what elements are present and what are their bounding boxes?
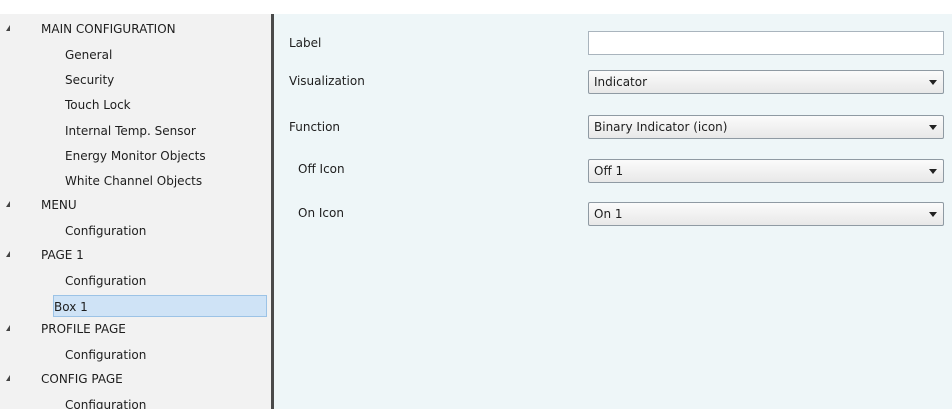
tree-node-label: MAIN CONFIGURATION (41, 22, 176, 36)
on-icon-value: On 1 (594, 207, 623, 221)
tree-item-label: Configuration (65, 348, 147, 362)
top-strip (0, 0, 952, 14)
tree-item-label: Security (65, 73, 115, 87)
tree-item-configuration[interactable]: Configuration (0, 270, 271, 292)
chevron-down-icon[interactable] (929, 125, 937, 130)
visualization-caption: Visualization (289, 74, 365, 88)
tree-item-configuration[interactable]: Configuration (0, 394, 271, 409)
tree-item-label: General (65, 48, 113, 62)
function-dropdown[interactable]: Binary Indicator (icon) (588, 115, 944, 139)
tree-item-internal-temp-sensor[interactable]: Internal Temp. Sensor (0, 120, 271, 142)
chevron-down-icon[interactable] (929, 80, 937, 85)
function-caption: Function (289, 120, 341, 134)
tree-item-box-1[interactable]: Box 1 (53, 295, 267, 317)
visualization-dropdown[interactable]: Indicator (588, 70, 944, 94)
tree-item-energy-monitor-objects[interactable]: Energy Monitor Objects (0, 145, 271, 167)
tree-node-page-1[interactable]: PAGE 1 (0, 244, 271, 266)
off-icon-value: Off 1 (594, 164, 624, 178)
tree-item-configuration[interactable]: Configuration (0, 344, 271, 366)
label-input[interactable] (588, 31, 944, 55)
tree-item-touch-lock[interactable]: Touch Lock (0, 94, 271, 116)
label-caption: Label (289, 36, 322, 50)
tree-node-menu[interactable]: MENU (0, 194, 271, 216)
tree-item-configuration[interactable]: Configuration (0, 220, 271, 242)
tree-item-general[interactable]: General (0, 44, 271, 66)
on-icon-dropdown[interactable]: On 1 (588, 202, 944, 226)
tree-node-label: CONFIG PAGE (41, 372, 123, 386)
tree-item-label: Box 1 (54, 300, 88, 314)
tree-node-main-configuration[interactable]: MAIN CONFIGURATION (0, 18, 271, 40)
tree-item-label: White Channel Objects (65, 174, 203, 188)
expanded-triangle-icon[interactable] (6, 375, 10, 381)
tree-node-config-page[interactable]: CONFIG PAGE (0, 368, 271, 390)
chevron-down-icon[interactable] (929, 212, 937, 217)
expanded-triangle-icon[interactable] (6, 325, 10, 331)
expanded-triangle-icon[interactable] (6, 251, 10, 257)
parameter-pane: Label Visualization Indicator Function B… (274, 14, 952, 409)
tree-item-security[interactable]: Security (0, 69, 271, 91)
tree-item-label: Configuration (65, 274, 147, 288)
off-icon-dropdown[interactable]: Off 1 (588, 159, 944, 183)
on-icon-caption: On Icon (298, 206, 344, 220)
visualization-value: Indicator (594, 75, 648, 89)
tree-node-label: PAGE 1 (41, 248, 84, 262)
expanded-triangle-icon[interactable] (6, 25, 10, 31)
tree-node-label: MENU (41, 198, 77, 212)
tree-item-label: Internal Temp. Sensor (65, 124, 196, 138)
expanded-triangle-icon[interactable] (6, 201, 10, 207)
tree-node-label: PROFILE PAGE (41, 322, 126, 336)
tree-item-label: Energy Monitor Objects (65, 149, 206, 163)
function-value: Binary Indicator (icon) (594, 120, 728, 134)
tree-item-label: Touch Lock (65, 98, 131, 112)
tree-node-profile-page[interactable]: PROFILE PAGE (0, 318, 271, 340)
navigation-tree: MAIN CONFIGURATION General Security Touc… (0, 14, 271, 409)
tree-item-white-channel-objects[interactable]: White Channel Objects (0, 170, 271, 192)
off-icon-caption: Off Icon (298, 162, 345, 176)
tree-item-label: Configuration (65, 224, 147, 238)
chevron-down-icon[interactable] (929, 169, 937, 174)
tree-item-label: Configuration (65, 398, 147, 409)
